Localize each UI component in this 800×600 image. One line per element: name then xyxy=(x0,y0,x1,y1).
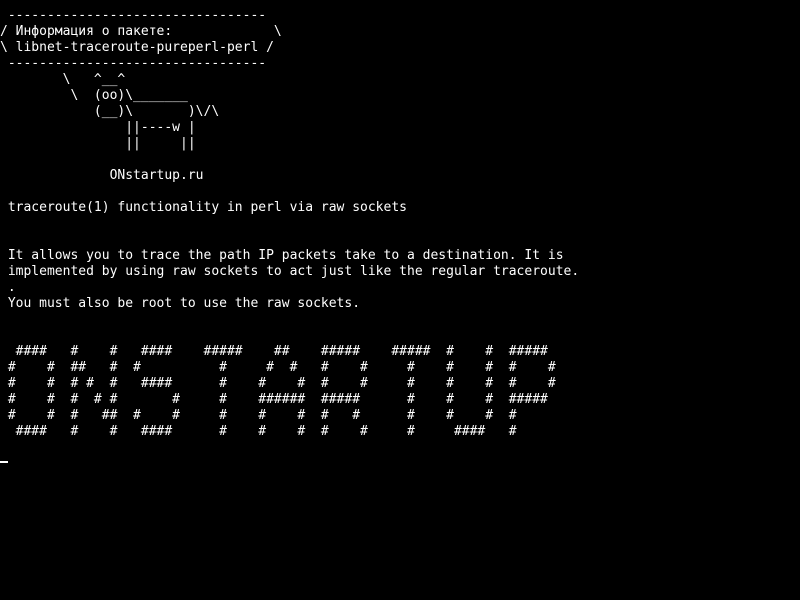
description-line: You must also be root to use the raw soc… xyxy=(0,296,361,311)
cow-art-line: (__)\ )\/\ xyxy=(0,104,220,119)
terminal-screen[interactable]: --------------------------------- / Инфо… xyxy=(0,0,800,600)
cow-art-line: ||----w | xyxy=(0,120,196,135)
cow-art-line: || || xyxy=(0,136,196,151)
banner-package-line: \ libnet-traceroute-pureperl-perl / xyxy=(0,40,274,55)
ascii-art-line: #### # # #### # # # # # # #### # xyxy=(0,424,517,439)
banner-border-bottom: --------------------------------- xyxy=(0,56,267,71)
description-line: implemented by using raw sockets to act … xyxy=(0,264,580,279)
banner-title-line: / Информация о пакете: \ xyxy=(0,24,282,39)
cow-art-line: \ ^__^ xyxy=(0,72,126,87)
package-summary: traceroute(1) functionality in perl via … xyxy=(0,200,407,215)
banner-border-top: --------------------------------- xyxy=(0,8,267,23)
site-label: ONstartup.ru xyxy=(0,168,204,183)
description-line: . xyxy=(0,280,16,295)
ascii-art-line: # # # # # #### # # # # # # # # # # xyxy=(0,376,556,391)
description-line: It allows you to trace the path IP packe… xyxy=(0,248,564,263)
text-cursor xyxy=(0,461,8,463)
ascii-art-line: #### # # #### ##### ## ##### ##### # # #… xyxy=(0,344,548,359)
cow-art-line: \ (oo)\_______ xyxy=(0,88,188,103)
ascii-art-line: # # # # # # # ###### ##### # # # ##### xyxy=(0,392,548,407)
ascii-art-line: # # # ## # # # # # # # # # # # xyxy=(0,408,517,423)
ascii-art-line: # # ## # # # # # # # # # # # # xyxy=(0,360,556,375)
